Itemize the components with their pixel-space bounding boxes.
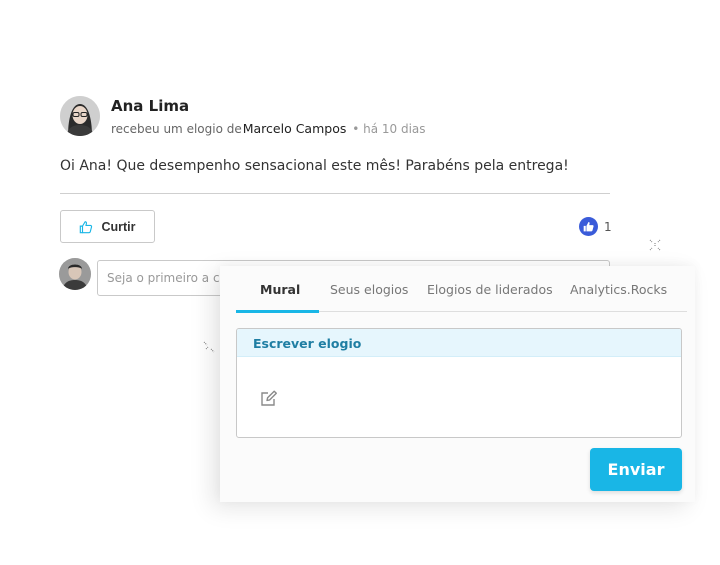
post-time: • há 10 dias [352, 122, 426, 136]
tab-elogios-liderados[interactable]: Elogios de liderados [427, 282, 553, 297]
compose-panel: Mural Seus elogios Elogios de liderados … [220, 266, 695, 502]
commenter-avatar [59, 258, 91, 290]
post-meta: recebeu um elogio deMarcelo Campos • há … [111, 121, 426, 136]
like-summary[interactable]: 1 [579, 217, 612, 236]
giver-name[interactable]: Marcelo Campos [243, 121, 347, 136]
like-label: Curtir [101, 219, 136, 234]
author-name[interactable]: Ana Lima [111, 97, 189, 115]
active-tab-indicator [236, 310, 319, 313]
send-button[interactable]: Enviar [590, 448, 682, 491]
sparkle-decoration [203, 341, 215, 353]
compose-box[interactable]: Escrever elogio [236, 328, 682, 438]
like-button[interactable]: Curtir [60, 210, 155, 243]
thumbs-up-icon [79, 220, 93, 234]
compose-header: Escrever elogio [237, 329, 681, 357]
tab-analytics[interactable]: Analytics.Rocks [570, 282, 667, 297]
sparkle-decoration [649, 239, 661, 251]
post-message: Oi Ana! Que desempenho sensacional este … [60, 158, 569, 174]
received-text: recebeu um elogio de [111, 122, 242, 136]
author-avatar[interactable] [60, 96, 100, 136]
tab-seus-elogios[interactable]: Seus elogios [330, 282, 408, 297]
thumbs-up-badge-icon [579, 217, 598, 236]
post-divider [60, 193, 610, 194]
tab-mural[interactable]: Mural [260, 282, 300, 297]
like-count: 1 [604, 219, 612, 234]
edit-pencil-icon[interactable] [259, 388, 279, 408]
